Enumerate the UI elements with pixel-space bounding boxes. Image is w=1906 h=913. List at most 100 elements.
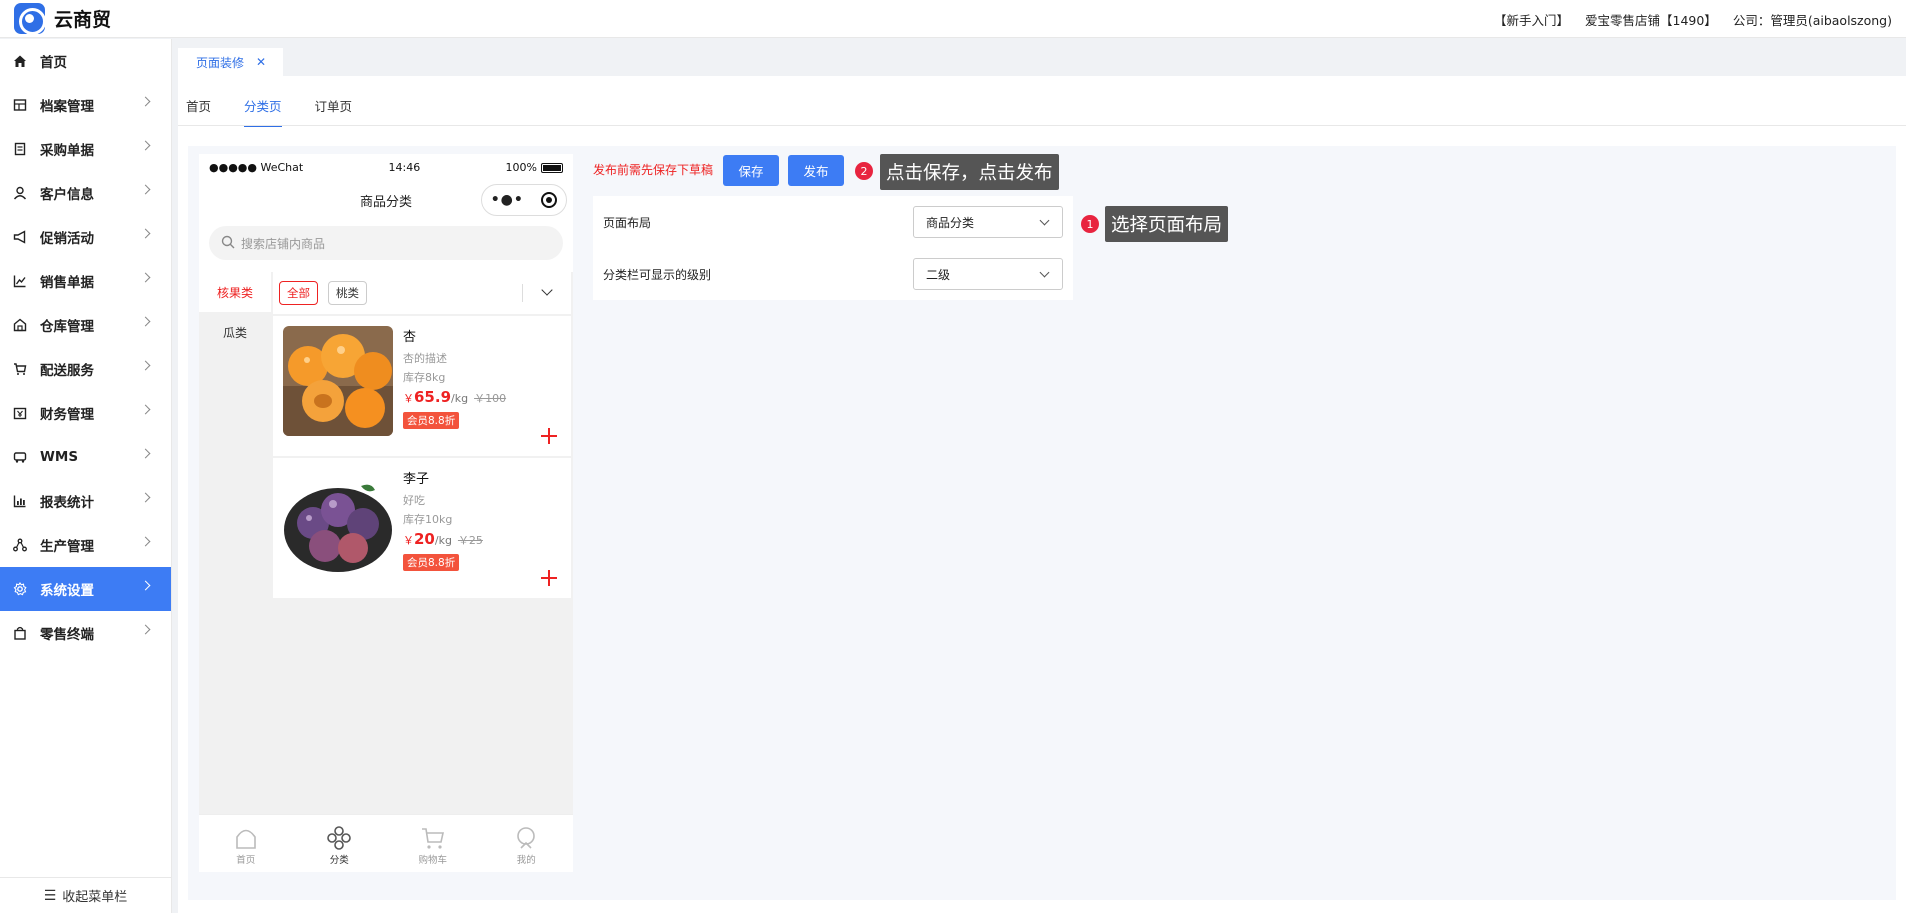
store-name[interactable]: 爱宝零售店铺【1490】 <box>1585 10 1717 29</box>
sidebar-item-label: WMS <box>40 449 79 465</box>
phone-tab-category[interactable]: 分类 <box>293 815 387 872</box>
truck-icon <box>12 449 28 465</box>
trend-chart-icon <box>12 273 28 289</box>
category-item[interactable]: 核果类 <box>199 272 271 312</box>
goods-price: ￥20/kg ￥25 <box>403 530 563 548</box>
bar-chart-icon <box>12 493 28 509</box>
layout-select[interactable]: 商品分类 <box>913 206 1063 238</box>
profile-icon <box>517 827 536 849</box>
phone-tab-label: 购物车 <box>418 855 447 866</box>
chevron-right-icon <box>140 448 151 459</box>
sidebar-item-settings[interactable]: 系统设置 <box>0 567 171 611</box>
filter-chip[interactable]: 全部 <box>279 281 318 305</box>
category-page-body: 核果类 瓜类 全部 桃类 杏 杏的描述 库存8kg ￥65.9/kg ￥100 … <box>199 272 573 814</box>
search-icon <box>221 235 235 252</box>
chevron-right-icon <box>140 140 151 151</box>
tab-home-page[interactable]: 首页 <box>186 96 211 127</box>
currency-symbol: ￥ <box>403 534 414 547</box>
app-name: 云商贸 <box>54 9 112 31</box>
sidebar-item-retail[interactable]: 零售终端 <box>0 611 171 655</box>
main-content: 页面装修 ✕ 首页 分类页 订单页 ●●●●● WeChat 14:46 100… <box>178 44 1906 913</box>
sidebar-item-promotions[interactable]: 促销活动 <box>0 215 171 259</box>
chevron-right-icon <box>140 360 151 371</box>
sidebar-item-home[interactable]: 首页 <box>0 39 171 83</box>
add-to-cart-icon[interactable] <box>541 570 557 586</box>
store-search-input[interactable]: 搜索店铺内商品 <box>209 226 563 260</box>
battery-text: 100% <box>505 160 537 174</box>
close-icon[interactable]: ✕ <box>256 55 266 69</box>
goods-name: 李子 <box>403 472 430 487</box>
sidebar-item-reports[interactable]: 报表统计 <box>0 479 171 523</box>
chevron-down-icon[interactable] <box>541 284 553 296</box>
phone-status-bar: ●●●●● WeChat 14:46 100% <box>199 154 573 180</box>
step-2-marker: 2 <box>855 162 873 180</box>
step-1-tooltip: 选择页面布局 <box>1105 206 1229 242</box>
sidebar-item-customers[interactable]: 客户信息 <box>0 171 171 215</box>
save-button[interactable]: 保存 <box>723 155 779 186</box>
page-tab-decoration[interactable]: 页面装修 ✕ <box>178 48 283 76</box>
sidebar-item-finance[interactable]: 财务管理 <box>0 391 171 435</box>
save-draft-hint: 发布前需先保存下草稿 <box>593 163 714 177</box>
member-discount-badge: 会员8.8折 <box>403 554 460 571</box>
sidebar-item-label: 销售单据 <box>40 275 94 291</box>
sidebar-item-label: 报表统计 <box>40 495 94 511</box>
goods-card[interactable]: 李子 好吃 库存10kg ￥20/kg ￥25 会员8.8折 <box>273 458 571 598</box>
sidebar-item-label: 客户信息 <box>40 187 94 203</box>
sidebar-item-warehouse[interactable]: 仓库管理 <box>0 303 171 347</box>
goods-card[interactable]: 杏 杏的描述 库存8kg ￥65.9/kg ￥100 会员8.8折 <box>273 316 571 456</box>
sidebar: 首页 档案管理 采购单据 客户信息 促销活动 销售单据 仓库管理 配送服务 财务… <box>0 39 172 913</box>
goods-name: 杏 <box>403 330 417 345</box>
document-icon <box>12 141 28 157</box>
phone-tab-cart[interactable]: 购物车 <box>386 815 480 872</box>
chevron-right-icon <box>140 228 151 239</box>
phone-tab-bar: 首页 分类 购物车 我的 <box>199 814 573 872</box>
beginner-guide-link[interactable]: 【新手入门】 <box>1494 10 1569 29</box>
phone-tab-profile[interactable]: 我的 <box>480 815 574 872</box>
level-select[interactable]: 二级 <box>913 258 1063 290</box>
original-price: ￥25 <box>457 534 483 547</box>
chevron-right-icon <box>140 316 151 327</box>
level-row: 分类栏可显示的级别 二级 <box>603 258 1063 290</box>
price-value: 20 <box>414 530 435 548</box>
phone-tab-home[interactable]: 首页 <box>199 815 293 872</box>
sidebar-item-wms[interactable]: WMS <box>0 435 171 479</box>
tab-category-page[interactable]: 分类页 <box>244 96 282 127</box>
chevron-right-icon <box>140 536 151 547</box>
publish-button[interactable]: 发布 <box>788 155 844 186</box>
miniapp-capsule[interactable]: •●• <box>481 184 567 216</box>
sidebar-item-production[interactable]: 生产管理 <box>0 523 171 567</box>
close-miniapp-icon[interactable] <box>541 192 558 208</box>
warehouse-icon <box>12 317 28 333</box>
editor-canvas: ●●●●● WeChat 14:46 100% 商品分类 •●• 搜索店铺内商品… <box>188 146 1896 900</box>
goods-info: 李子 好吃 库存10kg ￥20/kg ￥25 会员8.8折 <box>403 468 563 571</box>
page-tab-label: 页面装修 <box>196 55 245 70</box>
layout-select-value: 商品分类 <box>926 215 975 230</box>
chevron-right-icon <box>140 96 151 107</box>
add-to-cart-icon[interactable] <box>541 428 557 444</box>
category-item[interactable]: 瓜类 <box>199 312 271 352</box>
collapse-menu-button[interactable]: ☰ 收起菜单栏 <box>0 877 171 913</box>
sidebar-item-label: 首页 <box>40 55 67 71</box>
filter-chip[interactable]: 桃类 <box>328 281 367 305</box>
megaphone-icon <box>12 229 28 245</box>
tab-order-page[interactable]: 订单页 <box>315 96 353 127</box>
more-icon[interactable]: •●• <box>491 192 524 208</box>
chevron-down-icon <box>1039 215 1050 226</box>
user-icon <box>12 185 28 201</box>
level-label: 分类栏可显示的级别 <box>603 267 712 282</box>
sidebar-item-sales[interactable]: 销售单据 <box>0 259 171 303</box>
member-discount-badge: 会员8.8折 <box>403 412 460 429</box>
sidebar-item-delivery[interactable]: 配送服务 <box>0 347 171 391</box>
step-1-marker: 1 <box>1081 215 1099 233</box>
menu-collapse-icon: ☰ <box>43 887 57 904</box>
layout-row: 页面布局 商品分类 <box>603 206 1063 238</box>
app-logo[interactable]: 云商贸 <box>14 3 112 35</box>
filter-divider <box>522 284 523 302</box>
sidebar-item-label: 零售终端 <box>40 627 94 643</box>
network-icon <box>12 537 28 553</box>
sidebar-item-purchase[interactable]: 采购单据 <box>0 127 171 171</box>
sidebar-item-archive[interactable]: 档案管理 <box>0 83 171 127</box>
company-user[interactable]: 公司：管理员(aibaolszong) <box>1733 10 1892 29</box>
chevron-right-icon <box>140 624 151 635</box>
subcategory-filter: 全部 桃类 <box>273 272 571 314</box>
